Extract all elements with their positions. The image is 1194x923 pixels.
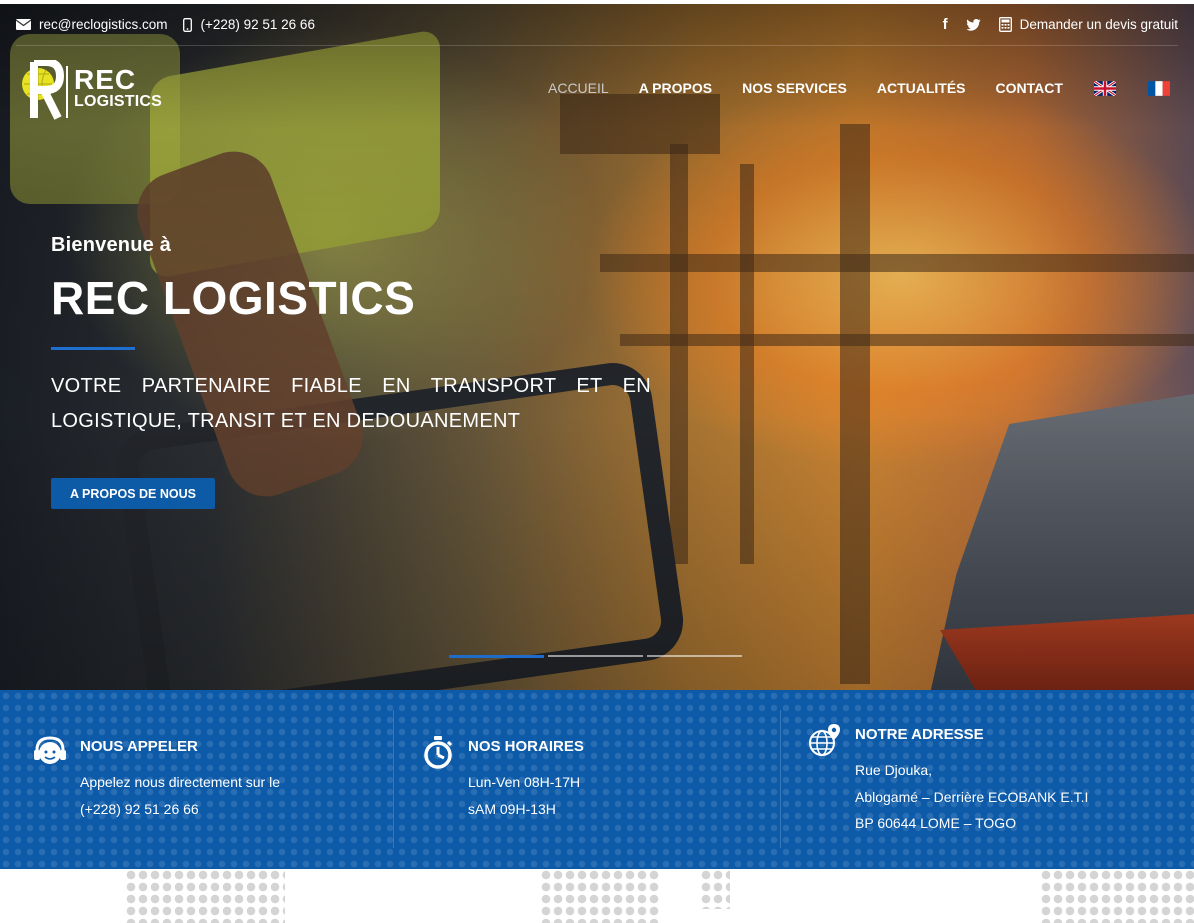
nav-item-a-propos[interactable]: A PROPOS — [639, 80, 712, 96]
hero-tagline: VOTRE PARTENAIRE FIABLE EN TRANSPORT ET … — [51, 375, 651, 432]
top-bar: rec@reclogistics.com (+228) 92 51 26 66 … — [16, 4, 1178, 46]
world-map-dots — [1040, 869, 1194, 923]
topbar-phone-text[interactable]: (+228) 92 51 26 66 — [200, 17, 314, 32]
slider-dot-1[interactable] — [449, 655, 544, 658]
hours-block: NOS HORAIRES Lun-Ven 08H-17H sAM 09H-13H — [420, 710, 760, 848]
world-map-dots — [540, 869, 660, 923]
call-title: NOUS APPELER — [80, 738, 198, 755]
about-us-button[interactable]: A PROPOS DE NOUS — [51, 478, 215, 509]
topbar-email[interactable]: rec@reclogistics.com — [16, 17, 167, 32]
french-flag-icon[interactable] — [1147, 80, 1170, 96]
topbar-email-text[interactable]: rec@reclogistics.com — [39, 17, 167, 32]
hero-welcome: Bienvenue à — [51, 234, 172, 256]
logo-text-rec: REC — [74, 64, 137, 95]
call-text: Appelez nous directement sur le — [80, 774, 280, 790]
globe-location-icon — [809, 724, 840, 756]
hero-title: REC LOGISTICS — [51, 272, 416, 324]
uk-flag-icon[interactable] — [1093, 80, 1116, 96]
contact-info-band: NOUS APPELER Appelez nous directement su… — [0, 690, 1194, 869]
slider-dot-3[interactable] — [647, 655, 742, 657]
logo-text-logistics: LOGISTICS — [74, 93, 163, 110]
hero-title-underline — [51, 347, 135, 350]
slider-pagination — [449, 655, 742, 658]
page: rec@reclogistics.com (+228) 92 51 26 66 … — [0, 0, 1194, 923]
nav-item-nos-services[interactable]: NOS SERVICES — [742, 80, 847, 96]
calculator-icon — [998, 17, 1012, 32]
address-title: NOTRE ADRESSE — [855, 726, 984, 743]
world-map-dots — [700, 869, 730, 909]
twitter-icon[interactable] — [965, 18, 981, 31]
quote-link-label[interactable]: Demander un devis gratuit — [1020, 17, 1178, 32]
envelope-icon — [16, 19, 31, 30]
column-divider — [393, 710, 394, 848]
headset-support-icon — [34, 736, 66, 764]
address-block: NOTRE ADRESSE Rue Djouka, Ablogamé – Der… — [807, 710, 1177, 848]
hero-caption: Bienvenue à REC LOGISTICS — [51, 234, 415, 350]
topbar-right: f Demander un devis gratuit — [943, 16, 1178, 33]
hours-weekdays: Lun-Ven 08H-17H — [468, 774, 581, 790]
address-line-2: Ablogamé – Derrière ECOBANK E.T.I — [855, 789, 1089, 805]
mobile-phone-icon — [183, 17, 193, 32]
column-divider — [780, 710, 781, 848]
nav-item-accueil[interactable]: ACCUEIL — [548, 80, 609, 96]
call-phone[interactable]: (+228) 92 51 26 66 — [80, 801, 199, 817]
main-nav: ACCUEIL A PROPOS NOS SERVICES ACTUALITÉS… — [533, 80, 1186, 96]
nav-item-contact[interactable]: CONTACT — [996, 80, 1063, 96]
address-line-3: BP 60644 LOME – TOGO — [855, 815, 1017, 831]
nav-item-actualites[interactable]: ACTUALITÉS — [877, 80, 966, 96]
slider-dot-2[interactable] — [548, 655, 643, 657]
hours-title: NOS HORAIRES — [468, 738, 584, 755]
facebook-icon[interactable]: f — [943, 16, 948, 33]
call-block: NOUS APPELER Appelez nous directement su… — [32, 710, 372, 848]
quote-link[interactable]: Demander un devis gratuit — [998, 17, 1178, 32]
hours-saturday: sAM 09H-13H — [468, 801, 556, 817]
stopwatch-icon — [424, 736, 453, 769]
world-map-section — [0, 869, 1194, 923]
topbar-phone[interactable]: (+228) 92 51 26 66 — [183, 17, 315, 32]
world-map-dots — [125, 869, 285, 923]
address-line-1: Rue Djouka, — [855, 762, 933, 778]
site-logo[interactable]: REC LOGISTICS — [16, 58, 166, 122]
